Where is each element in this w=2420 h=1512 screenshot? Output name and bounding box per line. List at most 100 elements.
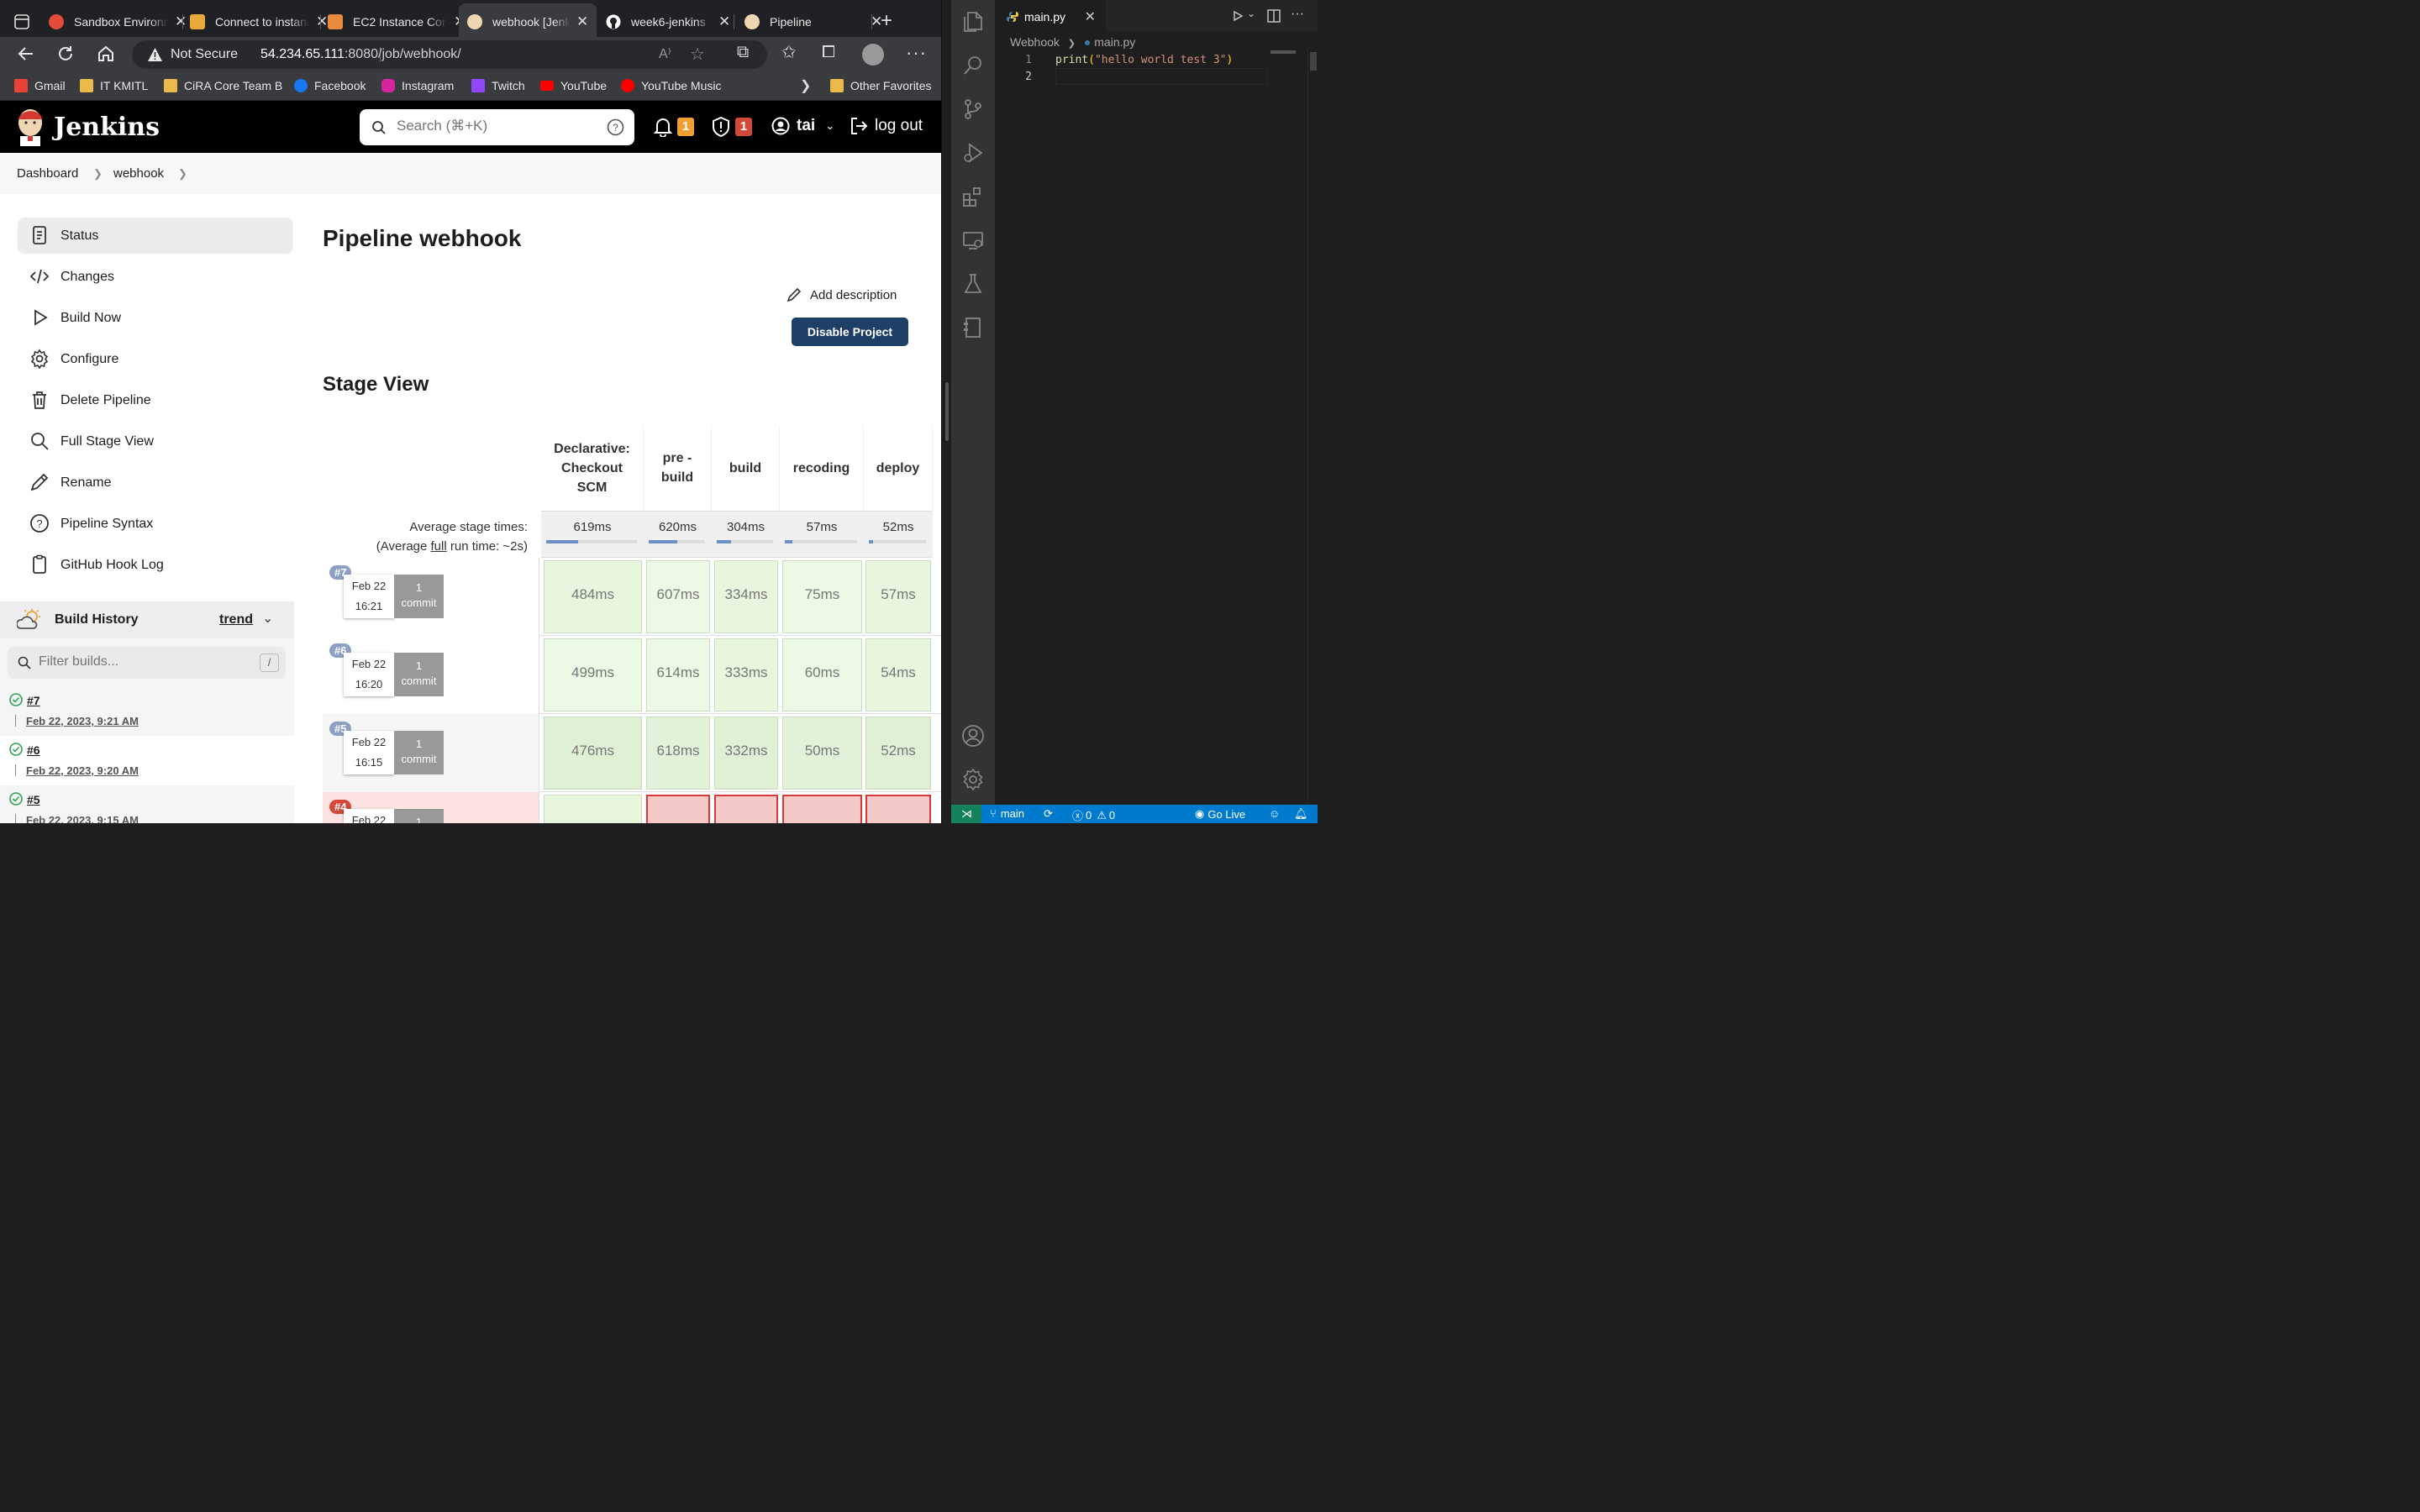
- breadcrumb-dashboard[interactable]: Dashboard: [17, 166, 78, 181]
- more-actions-icon[interactable]: ···: [1291, 7, 1304, 22]
- chevron-right-icon[interactable]: ❯: [800, 77, 811, 94]
- run-python-icon[interactable]: [1232, 10, 1244, 22]
- stage-cell[interactable]: 499ms: [544, 638, 642, 711]
- bookmark-twitch[interactable]: Twitch: [471, 79, 525, 92]
- stage-cell-failed[interactable]: [782, 795, 862, 823]
- editor-tab-main-py[interactable]: main.py ✕: [995, 0, 1106, 32]
- code-line[interactable]: print("hello world test 3"): [1055, 54, 1233, 66]
- stage-cell[interactable]: 484ms: [544, 560, 642, 633]
- run-commits[interactable]: 1 commit: [394, 575, 444, 618]
- remote-indicator[interactable]: ⋊: [951, 805, 981, 823]
- extensions-icon[interactable]: [961, 185, 985, 208]
- sidebar-item-rename[interactable]: Rename: [18, 465, 293, 501]
- build-date[interactable]: Feb 22, 2023, 9:15 AM: [26, 814, 139, 823]
- url-text[interactable]: 54.234.65.111:8080/job/webhook/: [260, 47, 461, 62]
- back-arrow-icon[interactable]: [17, 45, 35, 63]
- accounts-icon[interactable]: [961, 724, 985, 748]
- favorite-star-icon[interactable]: ☆: [690, 44, 705, 65]
- stage-cell[interactable]: 618ms: [646, 717, 710, 790]
- stage-cell[interactable]: 614ms: [646, 638, 710, 711]
- settings-gear-icon[interactable]: [961, 768, 985, 791]
- browser-tab-active[interactable]: webhook [Jenkins] ✕: [459, 3, 597, 40]
- build-history-row[interactable]: #7 Feb 22, 2023, 9:21 AM: [0, 686, 294, 736]
- bookmark-gmail[interactable]: Gmail: [14, 79, 66, 92]
- jenkins-logo[interactable]: Jenkins: [15, 108, 160, 146]
- build-number[interactable]: #6: [27, 743, 40, 757]
- security-button[interactable]: 1: [712, 117, 752, 137]
- window-splitter[interactable]: [941, 0, 951, 823]
- search-icon[interactable]: [961, 54, 985, 77]
- search-input[interactable]: [397, 118, 590, 134]
- add-description-link[interactable]: Add description: [786, 287, 897, 302]
- testing-flask-icon[interactable]: [961, 272, 985, 296]
- jenkins-search[interactable]: ?: [360, 109, 634, 145]
- bookmark-facebook[interactable]: Facebook: [294, 79, 366, 92]
- breadcrumb-file[interactable]: main.py: [1094, 35, 1135, 49]
- stage-cell[interactable]: [544, 795, 642, 823]
- breadcrumb-webhook[interactable]: webhook: [113, 166, 164, 181]
- stage-cell-failed[interactable]: [646, 795, 710, 823]
- close-icon[interactable]: ✕: [576, 13, 588, 30]
- explorer-files-icon[interactable]: [961, 10, 985, 34]
- bookmark-cira[interactable]: CiRA Core Team B: [164, 79, 282, 92]
- feedback-button[interactable]: ☺: [1269, 807, 1280, 820]
- notebook-icon[interactable]: [961, 316, 985, 339]
- stage-cell[interactable]: 54ms: [865, 638, 931, 711]
- build-history-row[interactable]: #5 Feb 22, 2023, 9:15 AM: [0, 785, 294, 823]
- more-menu-icon[interactable]: ···: [906, 42, 927, 64]
- breadcrumb-folder[interactable]: Webhook: [1010, 35, 1060, 49]
- sidebar-item-build-now[interactable]: Build Now: [18, 300, 293, 336]
- new-tab-icon[interactable]: +: [881, 9, 892, 33]
- read-aloud-icon[interactable]: A⁾: [659, 45, 671, 62]
- user-menu[interactable]: tai ⌄: [771, 117, 834, 135]
- close-icon[interactable]: ✕: [718, 13, 730, 30]
- stage-cell[interactable]: 334ms: [714, 560, 778, 633]
- extensions-icon[interactable]: ⧉: [737, 43, 749, 62]
- notifications-button[interactable]: 1: [654, 117, 694, 137]
- notifications-button[interactable]: 🔔︎: [1294, 807, 1308, 821]
- browser-tab[interactable]: Pipeline ✕: [744, 8, 882, 36]
- build-date[interactable]: Feb 22, 2023, 9:21 AM: [26, 715, 139, 727]
- address-bar[interactable]: Not Secure 54.234.65.111:8080/job/webhoo…: [132, 40, 767, 69]
- bookmark-other-favorites[interactable]: Other Favorites: [830, 79, 931, 92]
- split-editor-icon[interactable]: [1267, 9, 1281, 23]
- trend-link[interactable]: trend: [219, 612, 253, 627]
- minimap[interactable]: [1270, 50, 1296, 54]
- filter-builds-input[interactable]: [39, 654, 249, 669]
- stage-cell[interactable]: 476ms: [544, 717, 642, 790]
- sidebar-item-delete-pipeline[interactable]: Delete Pipeline: [18, 382, 293, 418]
- stage-cell-failed[interactable]: [714, 795, 778, 823]
- stage-cell[interactable]: 333ms: [714, 638, 778, 711]
- browser-tab[interactable]: week6-jenkins ✕: [606, 8, 730, 36]
- help-icon[interactable]: ?: [607, 118, 624, 136]
- sidebar-item-changes[interactable]: Changes: [18, 259, 293, 295]
- close-icon[interactable]: ✕: [1085, 8, 1096, 25]
- stage-cell[interactable]: 60ms: [782, 638, 862, 711]
- chevron-down-icon[interactable]: ⌄: [262, 610, 273, 627]
- git-branch[interactable]: ⑂ main: [990, 807, 1024, 820]
- favorites-icon[interactable]: ✩: [781, 42, 797, 63]
- run-commits[interactable]: 1 commit: [394, 653, 444, 696]
- run-commits[interactable]: 1 commit: [394, 731, 444, 774]
- run-commits[interactable]: 1: [394, 809, 444, 823]
- browser-tab[interactable]: Connect to instance ✕: [190, 8, 328, 36]
- bookmark-youtube-music[interactable]: YouTube Music: [621, 79, 721, 92]
- stage-cell[interactable]: 52ms: [865, 717, 931, 790]
- disable-project-button[interactable]: Disable Project: [792, 318, 908, 346]
- chevron-down-icon[interactable]: ⌄: [1247, 8, 1255, 19]
- chevron-right-icon[interactable]: ❯: [178, 167, 187, 181]
- bookmark-youtube[interactable]: YouTube: [540, 79, 607, 92]
- build-number[interactable]: #5: [27, 793, 40, 806]
- security-label[interactable]: Not Secure: [171, 47, 238, 62]
- profile-avatar-icon[interactable]: [862, 44, 884, 66]
- close-icon[interactable]: ✕: [316, 13, 328, 30]
- build-date[interactable]: Feb 22, 2023, 9:20 AM: [26, 764, 139, 777]
- stage-cell-failed[interactable]: [865, 795, 931, 823]
- close-icon[interactable]: ✕: [175, 13, 187, 30]
- build-number[interactable]: #7: [27, 694, 40, 707]
- stage-cell[interactable]: 57ms: [865, 560, 931, 633]
- stage-cell[interactable]: 607ms: [646, 560, 710, 633]
- sidebar-item-github-hook-log[interactable]: GitHub Hook Log: [18, 547, 293, 583]
- run-debug-icon[interactable]: [961, 141, 985, 165]
- sidebar-item-status[interactable]: Status: [18, 218, 293, 254]
